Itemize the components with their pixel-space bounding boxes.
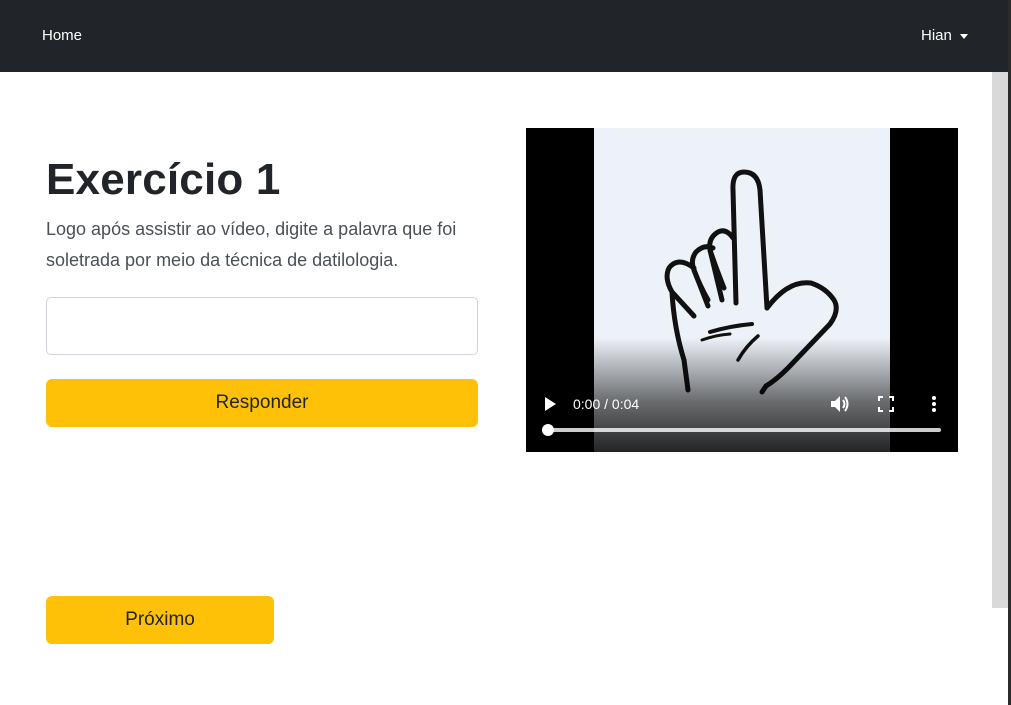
proximo-button[interactable]: Próximo: [46, 596, 274, 644]
video-progress-thumb[interactable]: [542, 424, 554, 436]
volume-icon[interactable]: [828, 393, 850, 415]
page-title: Exercício 1: [46, 155, 281, 204]
caret-down-icon: [959, 33, 968, 39]
top-navbar: Home Hian: [0, 0, 1011, 72]
responder-button[interactable]: Responder: [46, 379, 478, 427]
scrollbar-thumb[interactable]: [992, 72, 1008, 608]
user-name-label: Hian: [921, 27, 952, 44]
exercise-instructions: Logo após assistir ao vídeo, digite a pa…: [46, 219, 457, 270]
page-scrollbar[interactable]: [992, 72, 1008, 705]
user-menu-dropdown[interactable]: Hian: [921, 26, 968, 46]
more-vertical-icon[interactable]: [926, 394, 942, 414]
video-progress-bar[interactable]: [548, 428, 941, 432]
page: Home Hian Exercício 1 Logo após assistir…: [0, 0, 1011, 705]
video-time-display: 0:00 / 0:04: [573, 396, 640, 412]
fullscreen-icon[interactable]: [877, 395, 895, 413]
play-icon[interactable]: [540, 394, 560, 414]
answer-input[interactable]: [46, 297, 478, 355]
nav-home-link[interactable]: Home: [42, 26, 82, 46]
video-player[interactable]: 0:00 / 0:04: [526, 128, 958, 452]
